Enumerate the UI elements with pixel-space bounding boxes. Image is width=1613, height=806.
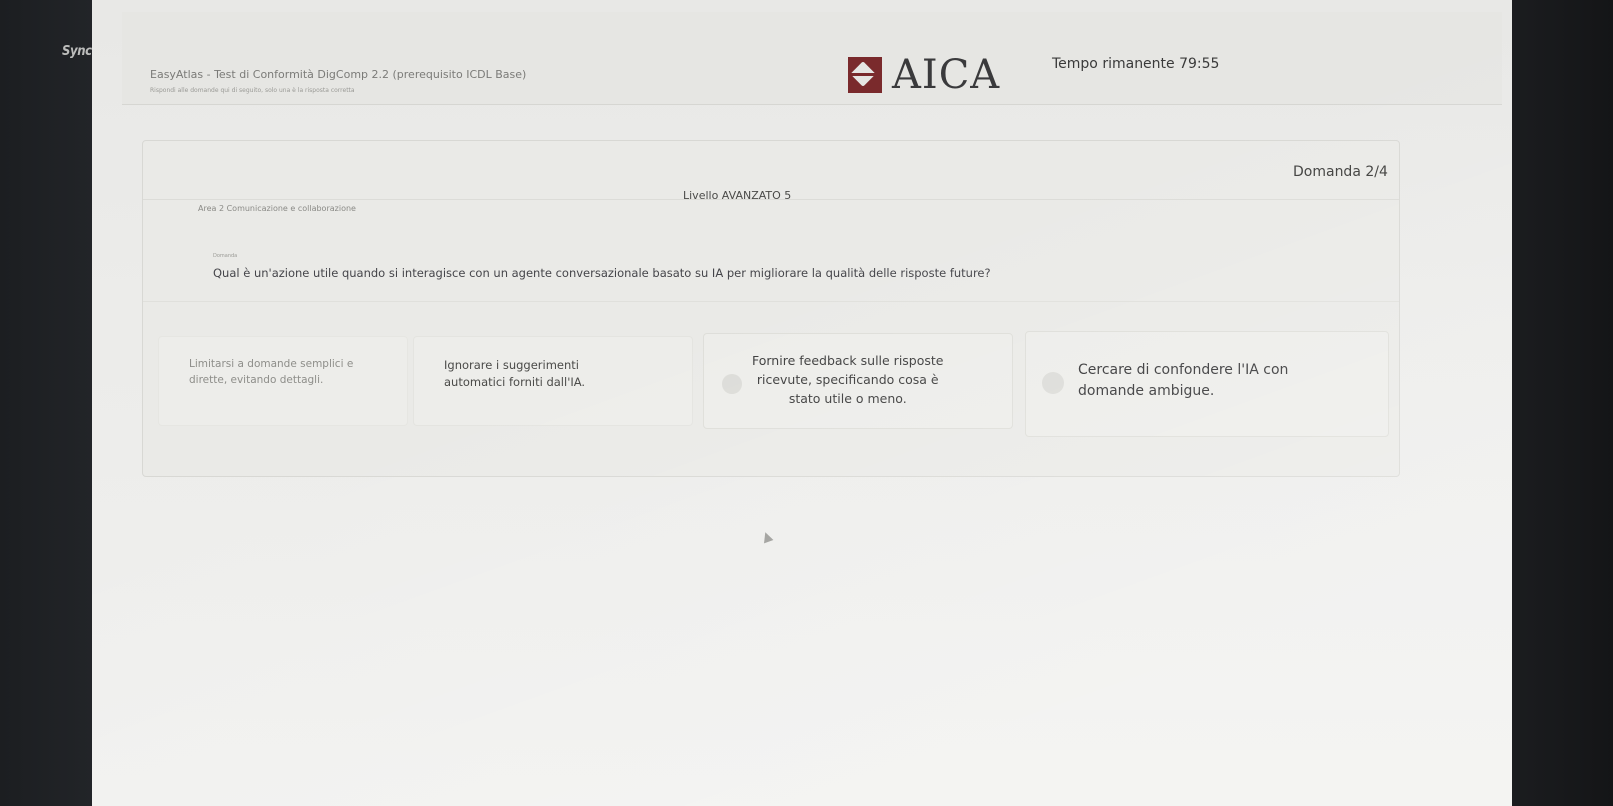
answer-option-1[interactable]: Limitarsi a domande semplici e dirette, … [158,336,408,426]
answer-option-4[interactable]: Cercare di confondere l'IA con domande a… [1025,331,1389,437]
answer-option-2[interactable]: Ignorare i suggerimenti automatici forni… [413,336,693,426]
mouse-cursor-icon [760,530,774,544]
answer-option-label: Cercare di confondere l'IA con domande a… [1078,362,1289,399]
question-area: Area 2 Comunicazione e collaborazione [198,204,356,213]
question-label: Domanda [213,253,238,259]
timer-value: 79:55 [1179,56,1220,72]
question-text: Qual è un'azione utile quando si interag… [213,266,991,280]
test-title: EasyAtlas - Test di Conformità DigComp 2… [150,68,527,81]
timer-label: Tempo rimanente [1052,56,1175,72]
question-counter: Domanda 2/4 [1293,164,1388,180]
answer-option-3[interactable]: Fornire feedback sulle risposte ricevute… [703,333,1013,429]
logo-text: AICA [892,52,1001,98]
monitor-bezel: SyncMaster B2430 EasyAtlas - Test di Con… [0,0,1613,806]
answer-option-label: Fornire feedback sulle risposte ricevute… [752,353,944,406]
screen: EasyAtlas - Test di Conformità DigComp 2… [92,0,1512,806]
divider [143,301,1399,302]
timer: Tempo rimanente 79:55 [1052,56,1219,72]
answer-option-label: Ignorare i suggerimenti automatici forni… [444,358,586,390]
divider [143,199,1399,200]
radio-button[interactable] [722,374,742,394]
aica-logo: AICA [848,52,1000,98]
radio-button[interactable] [1042,372,1064,394]
aica-logo-icon [848,57,882,93]
test-instructions: Rispondi alle domande qui di seguito, so… [150,87,355,94]
question-panel: Domanda 2/4 Livello AVANZATO 5 Area 2 Co… [142,140,1400,477]
question-level: Livello AVANZATO 5 [683,189,792,202]
answer-option-label: Limitarsi a domande semplici e dirette, … [189,358,354,386]
